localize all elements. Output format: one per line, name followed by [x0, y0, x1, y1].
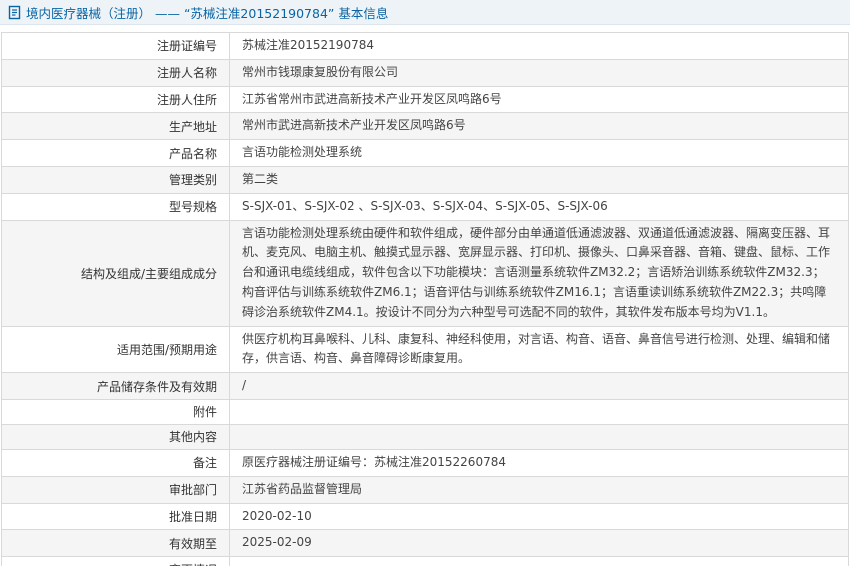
- table-row: 注册人名称常州市钱璟康复股份有限公司: [2, 60, 848, 87]
- row-value: 常州市武进高新技术产业开发区凤鸣路6号: [230, 113, 848, 139]
- row-label: 注册人住所: [2, 87, 230, 113]
- row-label-text: 生产地址: [169, 118, 217, 135]
- row-label-text: 有效期至: [169, 535, 217, 552]
- row-value: 第二类: [230, 167, 848, 193]
- row-label: 批准日期: [2, 504, 230, 530]
- row-label: 附件: [2, 400, 230, 424]
- row-value: /: [230, 373, 848, 399]
- row-value: 2020-02-10: [230, 504, 848, 530]
- row-label: 其他内容: [2, 425, 230, 449]
- row-value: [230, 425, 848, 449]
- row-label: 结构及组成/主要组成成分: [2, 221, 230, 326]
- row-label-text: 产品储存条件及有效期: [97, 378, 217, 395]
- row-label-text: 注册人住所: [157, 91, 217, 108]
- row-value: 江苏省常州市武进高新技术产业开发区凤鸣路6号: [230, 87, 848, 113]
- table-row: 型号规格 S-SJX-01、S-SJX-02 、S-SJX-03、S-SJX-04…: [2, 194, 848, 221]
- row-value: 原医疗器械注册证编号：苏械注准20152260784: [230, 450, 848, 476]
- row-label: 产品名称: [2, 140, 230, 166]
- row-value: S-SJX-01、S-SJX-02 、S-SJX-03、S-SJX-04、S-S…: [230, 194, 848, 220]
- table-row: 审批部门江苏省药品监督管理局: [2, 477, 848, 504]
- row-value: 言语功能检测处理系统: [230, 140, 848, 166]
- medical-device-registration-page: 境内医疗器械（注册） —— “苏械注准20152190784” 基本信息 注册证…: [0, 0, 850, 566]
- row-value: 言语功能检测处理系统由硬件和软件组成，硬件部分由单通道低通滤波器、双通道低通滤波…: [230, 221, 848, 326]
- row-value: 常州市钱璟康复股份有限公司: [230, 60, 848, 86]
- row-label-text: 注册人名称: [157, 64, 217, 81]
- table-row: 管理类别第二类: [2, 167, 848, 194]
- row-label: 管理类别: [2, 167, 230, 193]
- registration-info-table: 注册证编号苏械注准20152190784注册人名称常州市钱璟康复股份有限公司注册…: [1, 32, 849, 566]
- row-label-text: 产品名称: [169, 145, 217, 162]
- table-row: 产品储存条件及有效期 /: [2, 373, 848, 400]
- row-label-text: 注册证编号: [157, 37, 217, 54]
- table-row: 变更情况: [2, 557, 848, 566]
- row-label-text: 附件: [193, 403, 217, 420]
- table-row: 有效期至 2025-02-09: [2, 530, 848, 557]
- table-row: 适用范围/预期用途供医疗机构耳鼻喉科、儿科、康复科、神经科使用，对言语、构音、语…: [2, 327, 848, 374]
- table-row: 批准日期 2020-02-10: [2, 504, 848, 531]
- table-row: 注册证编号苏械注准20152190784: [2, 33, 848, 60]
- row-label-text: 备注: [193, 454, 217, 471]
- row-label-text: 型号规格: [169, 198, 217, 215]
- page-header: 境内医疗器械（注册） —— “苏械注准20152190784” 基本信息: [0, 0, 850, 25]
- row-label-text: 结构及组成/主要组成成分: [81, 265, 217, 282]
- row-label: 型号规格: [2, 194, 230, 220]
- row-label-text: 批准日期: [169, 508, 217, 525]
- row-label: 备注: [2, 450, 230, 476]
- row-label: 注册人名称: [2, 60, 230, 86]
- table-row: 备注原医疗器械注册证编号：苏械注准20152260784: [2, 450, 848, 477]
- row-value: [230, 557, 848, 566]
- row-value: 2025-02-09: [230, 530, 848, 556]
- row-label-text: 审批部门: [169, 481, 217, 498]
- table-row: 其他内容: [2, 425, 848, 450]
- row-value: [230, 400, 848, 424]
- row-label: 适用范围/预期用途: [2, 327, 230, 373]
- row-label: 生产地址: [2, 113, 230, 139]
- row-label-text: 其他内容: [169, 428, 217, 445]
- table-row: 生产地址常州市武进高新技术产业开发区凤鸣路6号: [2, 113, 848, 140]
- row-label: 变更情况: [2, 557, 230, 566]
- row-label-text: 适用范围/预期用途: [117, 341, 217, 358]
- table-row: 产品名称言语功能检测处理系统: [2, 140, 848, 167]
- table-row: 结构及组成/主要组成成分言语功能检测处理系统由硬件和软件组成，硬件部分由单通道低…: [2, 221, 848, 327]
- table-row: 注册人住所江苏省常州市武进高新技术产业开发区凤鸣路6号: [2, 87, 848, 114]
- row-label: 有效期至: [2, 530, 230, 556]
- row-label: 审批部门: [2, 477, 230, 503]
- row-label-text: 管理类别: [169, 171, 217, 188]
- row-value: 供医疗机构耳鼻喉科、儿科、康复科、神经科使用，对言语、构音、语音、鼻音信号进行检…: [230, 327, 848, 373]
- row-label: 注册证编号: [2, 33, 230, 59]
- row-label-text: 变更情况: [169, 561, 217, 566]
- table-row: 附件: [2, 400, 848, 425]
- row-value: 苏械注准20152190784: [230, 33, 848, 59]
- document-icon: [8, 5, 21, 20]
- row-value: 江苏省药品监督管理局: [230, 477, 848, 503]
- row-label: 产品储存条件及有效期: [2, 373, 230, 399]
- page-title: 境内医疗器械（注册） —— “苏械注准20152190784” 基本信息: [26, 3, 388, 22]
